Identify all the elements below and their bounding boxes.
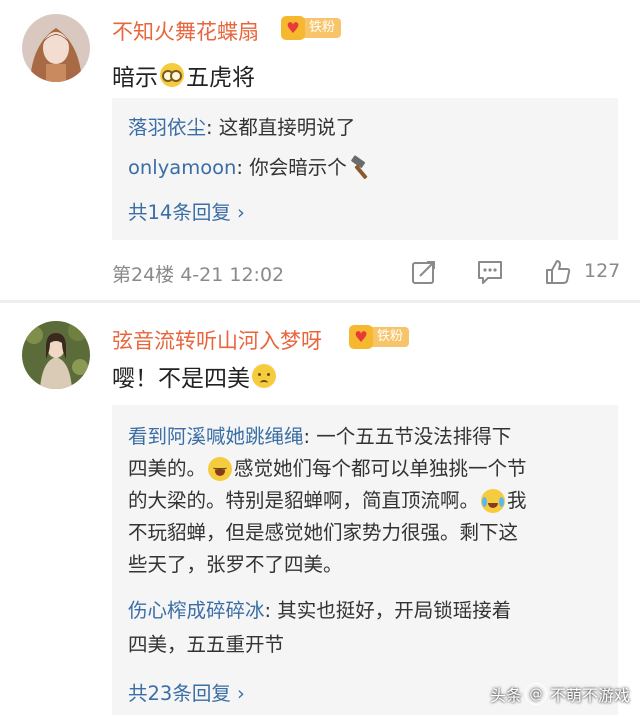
reply-text: : 一个五五节没法排得下 [303,425,512,448]
laugh-emoji-icon [208,457,233,481]
comment-icon[interactable] [476,258,504,286]
reply-text: 不玩貂蝉，但是感觉她们家势力很强。剩下这 [128,521,519,544]
watermark: 头条 @ 不萌不游戏 [490,682,630,706]
more-replies-link[interactable]: 共14条回复 › [128,196,245,225]
reply-text: 感觉她们每个都可以单独挑一个节 [234,457,527,480]
reply-author[interactable]: onlyamoon [128,152,236,184]
watermark-account: 不萌不游戏 [550,686,631,705]
fan-badge: ♥ 铁粉 [281,16,342,40]
comment-text: 暗示 五虎将 [112,58,255,92]
reply-box: 落羽依尘: 这都直接明说了 onlyamoon: 你会暗示个 共14条回复 › [112,98,618,240]
reply-author[interactable]: 伤心榨成碎碎冰 [128,599,265,622]
reply-text: : 其实也挺好，开局锁瑶接着 [264,599,512,622]
reply-text: 我 [507,489,527,512]
fan-badge-label: 铁粉 [299,18,342,38]
cry-laugh-emoji-icon [481,489,506,513]
comment-text-before: 暗示 [112,65,158,91]
at-icon: @ [525,683,548,705]
comment-footer: 第24楼 4-21 12:02 127 [112,258,632,288]
reply-box: 看到阿溪喊她跳绳绳: 一个五五节没法排得下 四美的。 感觉她们每个都可以单独挑一… [112,405,618,715]
like-icon[interactable] [544,258,572,286]
glasses-emoji-icon [160,63,184,87]
reply-item: 看到阿溪喊她跳绳绳: 一个五五节没法排得下 [128,421,511,453]
comment-1: 不知火舞花蝶扇 ♥ 铁粉 暗示 五虎将 落羽依尘: 这都直接明说了 onlyam… [0,0,640,300]
reply-item: onlyamoon: 你会暗示个 [128,152,374,184]
reply-item: 伤心榨成碎碎冰: 其实也挺好，开局锁瑶接着 [128,595,511,627]
comment-text-after: 五虎将 [186,65,255,91]
share-icon[interactable] [410,258,438,286]
hammer-icon [350,155,367,180]
username[interactable]: 弦音流转听山河入梦呀 [112,325,322,355]
heart-icon: ♥ [349,325,373,349]
reply-item-continued: 四美，五五重开节 [128,629,284,661]
fan-badge-label: 铁粉 [367,327,410,347]
avatar[interactable] [22,14,90,82]
reply-text: : 这都直接明说了 [206,116,356,139]
comment-text: 嘤！不是四美 [112,359,278,393]
reply-text: 四美，五五重开节 [128,633,285,656]
reply-item-continued: 不玩貂蝉，但是感觉她们家势力很强。剩下这 [128,517,518,549]
like-count: 127 [584,260,621,282]
sad-emoji-icon [252,364,276,388]
reply-text: 的大梁的。特别是貂蝉啊，简直顶流啊。 [128,489,480,512]
heart-icon: ♥ [281,16,305,40]
reply-item-continued: 些天了，张罗不了四美。 [128,549,343,581]
more-replies-link[interactable]: 共23条回复 › [128,677,245,706]
floor-info: 第24楼 4-21 12:02 [112,264,285,286]
watermark-prefix: 头条 [490,686,523,705]
reply-item-continued: 的大梁的。特别是貂蝉啊，简直顶流啊。 我 [128,485,527,517]
reply-item-continued: 四美的。 感觉她们每个都可以单独挑一个节 [128,453,527,485]
fan-badge: ♥ 铁粉 [349,325,410,349]
reply-text: : 你会暗示个 [236,156,347,179]
comment-text-main: 嘤！不是四美 [112,366,250,392]
reply-author[interactable]: 看到阿溪喊她跳绳绳 [128,425,304,448]
comment-2: 弦音流转听山河入梦呀 ♥ 铁粉 嘤！不是四美 看到阿溪喊她跳绳绳: 一个五五节没… [0,303,640,718]
avatar[interactable] [22,321,90,389]
reply-text: 四美的。 [128,457,207,480]
username[interactable]: 不知火舞花蝶扇 [112,16,259,46]
reply-item: 落羽依尘: 这都直接明说了 [128,112,355,144]
reply-author[interactable]: 落羽依尘 [128,116,206,139]
reply-text: 些天了，张罗不了四美。 [128,553,343,576]
